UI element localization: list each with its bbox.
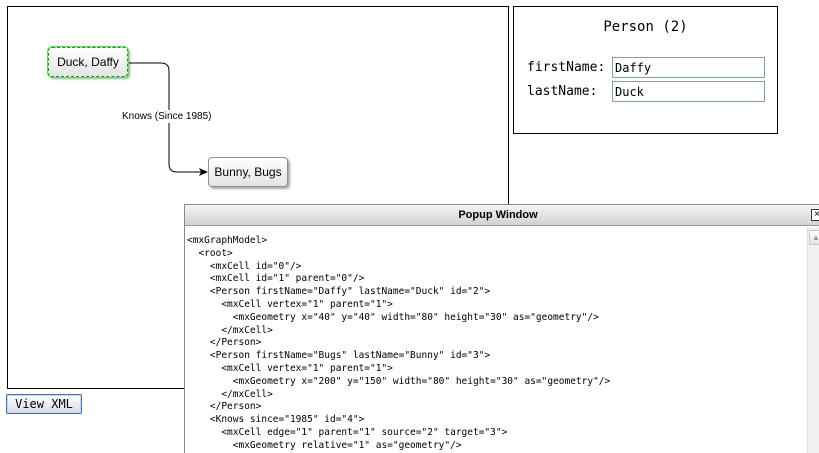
popup-scrollbar[interactable]: ▲ [807,227,819,453]
properties-panel: Person (2) firstName: lastName: [513,6,778,134]
node-duck-daffy[interactable]: Duck, Daffy [48,47,128,77]
properties-title: Person (2) [603,19,688,35]
last-name-input[interactable] [612,81,765,102]
first-name-label: firstName: [527,60,606,75]
xml-line: </Person> [187,337,262,349]
first-name-row: firstName: [527,57,767,79]
last-name-row: lastName: [527,81,767,103]
node-bunny-bugs[interactable]: Bunny, Bugs [208,157,288,187]
xml-line: <Knows since="1985" id="4"> [187,414,365,426]
xml-line: <mxGeometry x="200" y="150" width="80" h… [187,375,611,387]
edge-label[interactable]: Knows (Since 1985) [120,110,214,123]
xml-line: <Person firstName="Daffy" lastName="Duck… [187,286,491,298]
xml-line: </Person> [187,401,262,413]
xml-line: <mxCell id="1" parent="0"/> [187,273,365,285]
xml-line: <mxCell edge="1" parent="1" source="2" t… [187,426,508,438]
xml-line: <root> [187,247,233,259]
close-icon[interactable]: × [811,209,819,221]
view-xml-button[interactable]: View XML [6,394,82,414]
xml-line: <mxCell vertex="1" parent="1"> [187,298,393,310]
first-name-input[interactable] [612,57,765,78]
xml-line: <mxGraphModel> [187,235,268,246]
xml-line: </mxCell> [187,388,273,400]
xml-line: <mxGeometry x="40" y="40" width="80" hei… [187,311,599,323]
xml-line: <mxCell id="0"/> [187,260,302,272]
xml-line: </mxCell> [187,324,273,336]
xml-line: <mxGeometry relative="1" as="geometry"/> [187,439,462,451]
xml-line: <mxCell vertex="1" parent="1"> [187,362,393,374]
xml-content: <mxGraphModel> <root> <mxCell id="0"/> <… [187,235,807,453]
popup-titlebar[interactable]: Popup Window × [185,205,819,226]
xml-line: <Person firstName="Bugs" lastName="Bunny… [187,350,491,362]
scroll-up-icon[interactable]: ▲ [809,230,819,245]
popup-title: Popup Window [458,209,538,221]
last-name-label: lastName: [527,84,598,99]
popup-window: Popup Window × <mxGraphModel> <root> <mx… [184,204,819,453]
